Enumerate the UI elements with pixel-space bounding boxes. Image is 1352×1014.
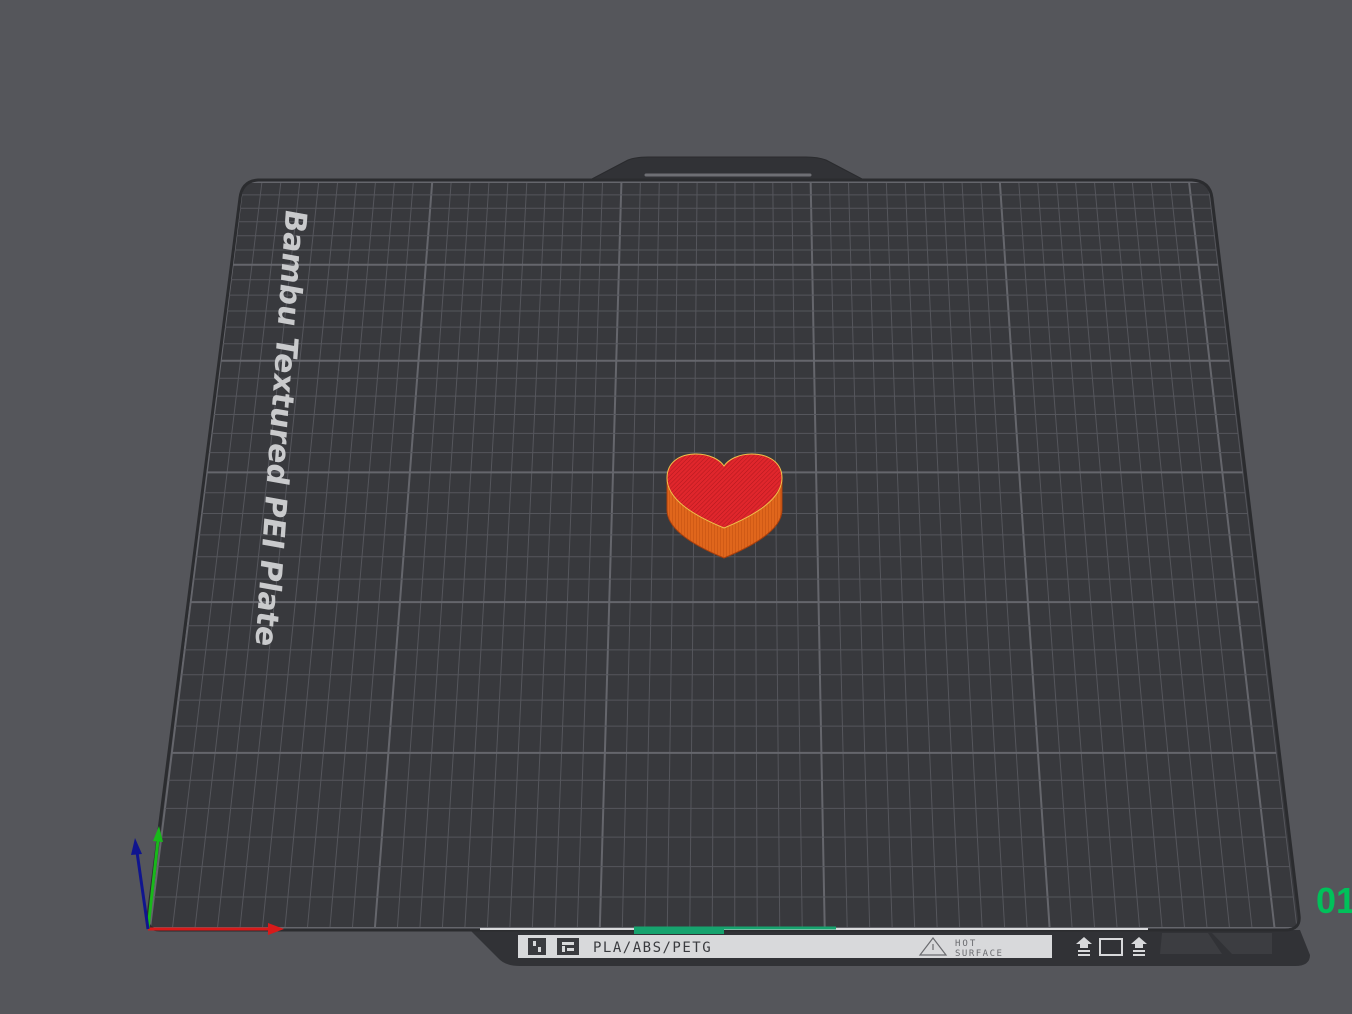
3d-viewport[interactable]: Bambu Textured PEI Plate PLA/ABS/PETG HO… xyxy=(0,0,1352,1014)
build-plate[interactable] xyxy=(146,156,1310,966)
plate-number[interactable]: 01 xyxy=(1316,880,1352,921)
hot-surface-line2: SURFACE xyxy=(955,949,1003,959)
z-axis-arrow xyxy=(131,838,142,855)
hot-surface-line1: HOT xyxy=(955,939,977,949)
z-axis xyxy=(135,851,150,930)
plate-handle xyxy=(589,156,865,181)
material-compatibility-text: PLA/ABS/PETG xyxy=(593,940,712,956)
